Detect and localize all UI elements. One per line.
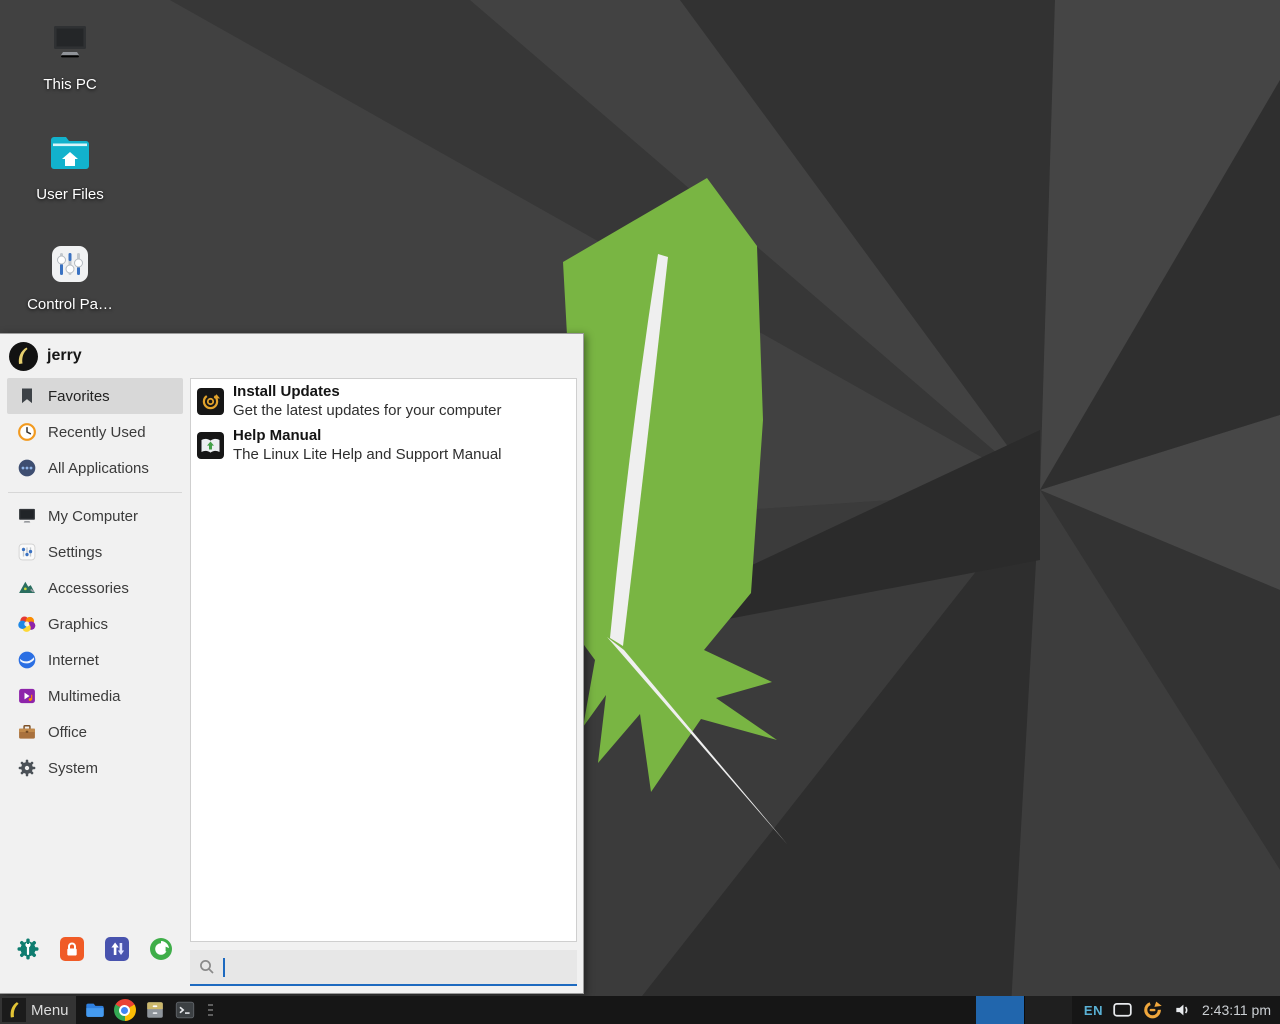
update-notifier-icon[interactable] [1142, 999, 1164, 1021]
sidebar-item-label: Multimedia [48, 688, 121, 705]
sidebar-item-label: Accessories [48, 580, 129, 597]
sidebar-item-label: Settings [48, 544, 102, 561]
display-icon[interactable] [1112, 1001, 1133, 1019]
sidebar-item-recently-used[interactable]: Recently Used [7, 414, 183, 450]
sidebar-item-settings[interactable]: Settings [7, 534, 183, 570]
app-item-help-manual[interactable]: Help Manual The Linux Lite Help and Supp… [191, 423, 576, 467]
menu-button-label: Menu [31, 1002, 69, 1019]
workspace-2[interactable] [1024, 996, 1072, 1024]
desktop-icon-this-pc[interactable]: This PC [18, 20, 122, 93]
monitor-icon [17, 506, 37, 526]
taskbar-right: EN 2:43:11 pm [976, 996, 1280, 1024]
sidebar-item-my-computer[interactable]: My Computer [7, 498, 183, 534]
taskbar-launchers [84, 999, 216, 1021]
sidebar-item-graphics[interactable]: Graphics [7, 606, 183, 642]
search-icon [199, 959, 215, 975]
app-subtitle: The Linux Lite Help and Support Manual [233, 445, 502, 464]
media-play-icon [17, 686, 37, 706]
help-book-icon [197, 432, 224, 459]
app-title: Install Updates [233, 382, 501, 401]
workspace-1[interactable] [976, 996, 1024, 1024]
sidebar-item-label: Graphics [48, 616, 108, 633]
whisker-menu: jerry Favorites Recently Used All Applic… [0, 333, 584, 994]
terminal-icon[interactable] [174, 999, 196, 1021]
briefcase-icon [17, 722, 37, 742]
sidebar-item-label: Office [48, 724, 87, 741]
sliders-icon [17, 542, 37, 562]
app-title: Help Manual [233, 426, 502, 445]
linux-lite-feather-icon [2, 998, 26, 1022]
sidebar-item-accessories[interactable]: Accessories [7, 570, 183, 606]
menu-sidebar: Favorites Recently Used All Applications [0, 378, 190, 993]
sidebar-item-multimedia[interactable]: Multimedia [7, 678, 183, 714]
sidebar-item-label: Favorites [48, 388, 110, 405]
sidebar-item-all-applications[interactable]: All Applications [7, 450, 183, 486]
sidebar-item-label: Recently Used [48, 424, 146, 441]
taskbar: Menu EN [0, 996, 1280, 1024]
desktop-icon-label: User Files [18, 186, 122, 203]
sidebar-item-internet[interactable]: Internet [7, 642, 183, 678]
desktop-icon-label: This PC [18, 76, 122, 93]
menu-header: jerry [0, 334, 583, 378]
menu-action-row [0, 931, 190, 967]
sidebar-item-system[interactable]: System [7, 750, 183, 786]
chrome-browser-icon[interactable] [114, 999, 136, 1021]
quit-session-button[interactable] [149, 937, 173, 961]
switch-user-button[interactable] [105, 937, 129, 961]
color-wheel-icon [17, 614, 37, 634]
sidebar-item-label: System [48, 760, 98, 777]
archive-manager-icon[interactable] [144, 999, 166, 1021]
search-box[interactable] [190, 950, 577, 986]
username: jerry [47, 347, 82, 365]
sidebar-item-label: Internet [48, 652, 99, 669]
clock[interactable]: 2:43:11 pm [1202, 1002, 1280, 1018]
control-panel-icon [46, 240, 94, 288]
keyboard-layout-indicator[interactable]: EN [1084, 1003, 1103, 1018]
clock-icon [17, 422, 37, 442]
app-item-install-updates[interactable]: Install Updates Get the latest updates f… [191, 379, 576, 423]
gear-icon [17, 758, 37, 778]
workspace-switcher [976, 996, 1072, 1024]
desktop-icon-label: Control Pa… [18, 296, 122, 313]
text-cursor [223, 958, 225, 977]
bookmark-icon [17, 386, 37, 406]
apps-grid-icon [17, 458, 37, 478]
update-arrows-icon [197, 388, 224, 415]
user-avatar[interactable] [9, 342, 38, 371]
globe-icon [17, 650, 37, 670]
menu-app-list: Install Updates Get the latest updates f… [190, 378, 577, 942]
file-manager-icon[interactable] [84, 999, 106, 1021]
sidebar-item-label: My Computer [48, 508, 138, 525]
desktop-icon-control-panel[interactable]: Control Pa… [18, 240, 122, 313]
desktop-icon-user-files[interactable]: User Files [18, 130, 122, 203]
volume-icon[interactable] [1173, 1000, 1193, 1020]
sidebar-item-favorites[interactable]: Favorites [7, 378, 183, 414]
taskbar-menu-button[interactable]: Menu [0, 996, 76, 1024]
sidebar-separator [8, 492, 182, 493]
settings-manager-button[interactable] [16, 937, 40, 961]
sidebar-item-label: All Applications [48, 460, 149, 477]
lock-screen-button[interactable] [60, 937, 84, 961]
accessories-icon [17, 578, 37, 598]
sidebar-item-office[interactable]: Office [7, 714, 183, 750]
computer-icon [46, 20, 94, 68]
app-subtitle: Get the latest updates for your computer [233, 401, 501, 420]
home-folder-icon [46, 130, 94, 178]
system-tray: EN [1084, 999, 1193, 1021]
panel-grip-handle[interactable] [206, 999, 216, 1021]
